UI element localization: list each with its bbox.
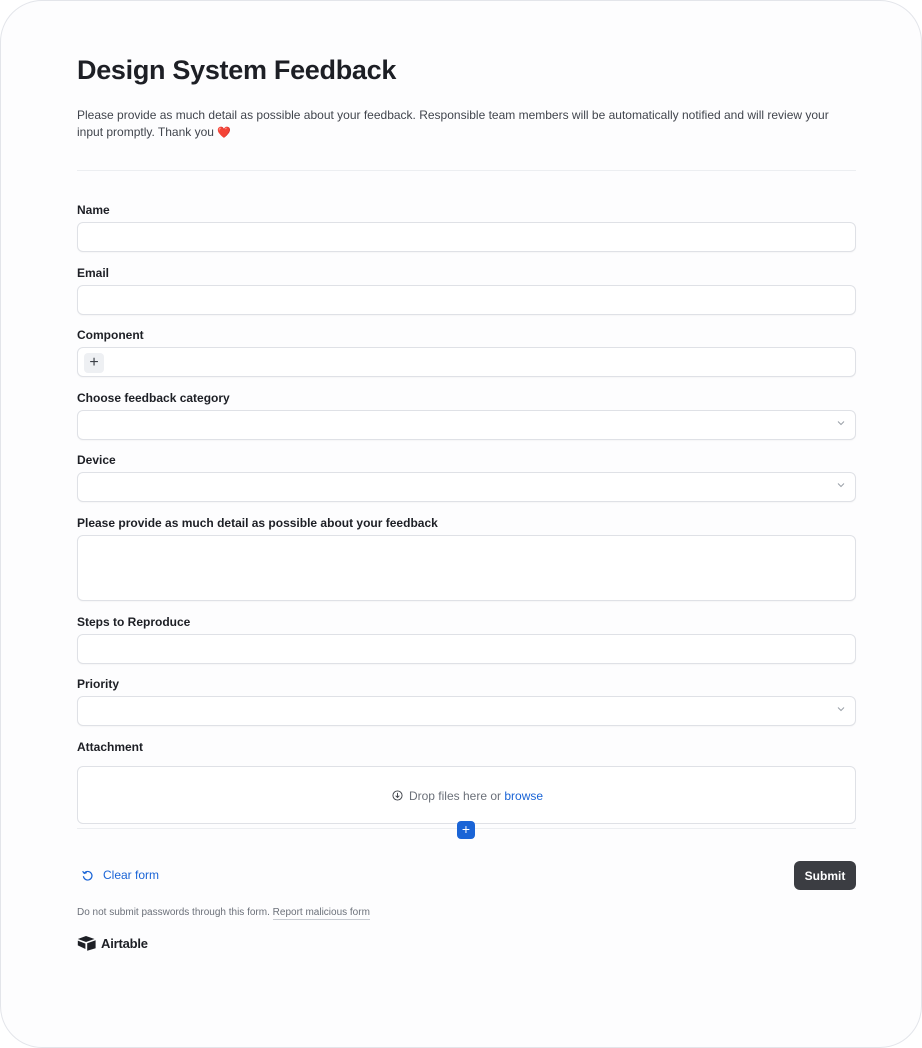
detail-label: Please provide as much detail as possibl… [77,516,438,530]
footer-note-text: Do not submit passwords through this for… [77,907,270,918]
form-description: Please provide as much detail as possibl… [77,107,856,142]
footer-note: Do not submit passwords through this for… [77,907,370,920]
airtable-wordmark: Airtable [101,935,148,951]
header-divider [77,170,856,171]
device-label: Device [77,453,116,467]
priority-label: Priority [77,677,120,691]
device-select[interactable] [77,472,856,502]
component-field: + [77,347,856,377]
category-label: Choose feedback category [77,391,230,405]
detail-textarea[interactable] [77,535,856,601]
plus-icon: + [89,354,99,371]
chevron-down-icon [837,421,845,426]
add-attachment-button[interactable]: + [457,821,475,839]
form-title: Design System Feedback [77,55,397,85]
form-card: Design System Feedback Please provide as… [0,0,922,1048]
priority-select[interactable] [77,696,856,726]
clear-form-button[interactable]: Clear form [81,868,159,882]
email-label: Email [77,266,110,280]
component-label: Component [77,328,144,342]
browse-link[interactable]: browse [504,789,543,803]
clear-form-label: Clear form [103,868,160,882]
name-input[interactable] [77,222,856,252]
plus-icon: + [461,821,471,837]
name-label: Name [77,203,110,217]
airtable-brand[interactable]: Airtable [77,935,148,951]
add-component-button[interactable]: + [84,353,104,373]
chevron-down-icon [837,707,845,712]
download-circle-icon [392,790,403,801]
airtable-logo-icon [77,936,96,951]
heart-icon: ❤️ [217,127,232,139]
form-description-text: Please provide as much detail as possibl… [77,108,829,139]
chevron-down-icon [837,483,845,488]
report-malicious-link[interactable]: Report malicious form [272,907,370,920]
dropzone-text-row: Drop files here or browse [78,789,857,803]
steps-input[interactable] [77,634,856,664]
attachment-dropzone[interactable]: Drop files here or browse [77,766,856,824]
undo-icon [82,870,93,881]
steps-label: Steps to Reproduce [77,615,191,629]
dropzone-text: Drop files here or [408,789,501,803]
category-select[interactable] [77,410,856,440]
submit-button[interactable]: Submit [794,861,856,890]
email-input[interactable] [77,285,856,315]
attachment-label: Attachment [77,740,144,754]
